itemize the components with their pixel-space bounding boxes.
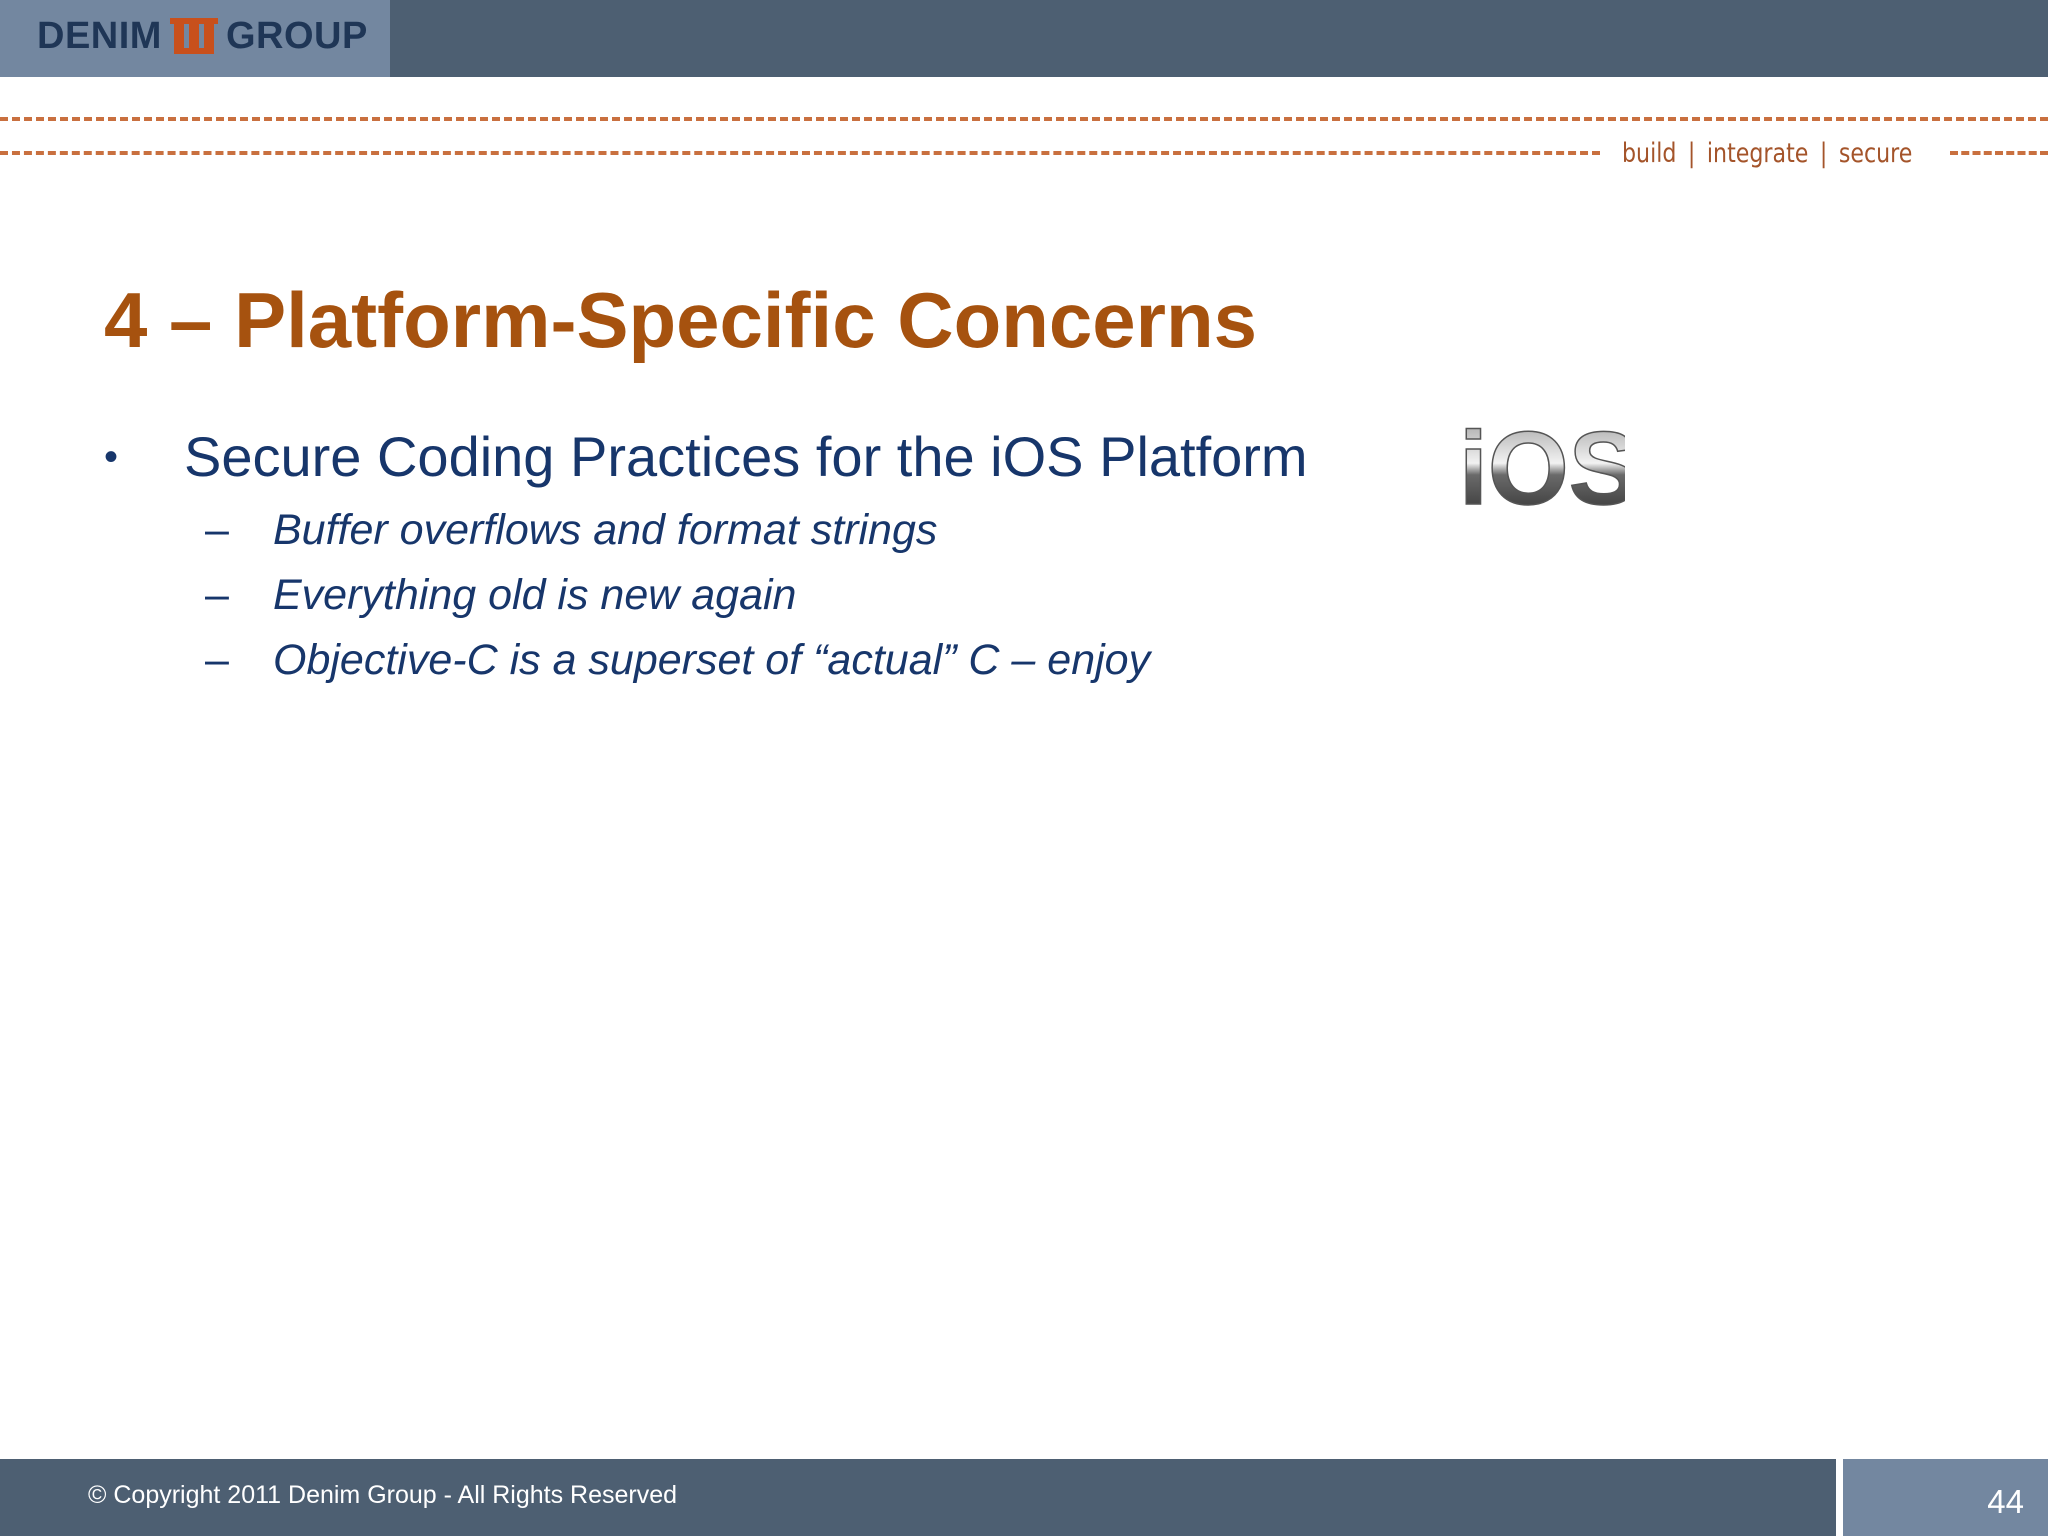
logo-word-group: GROUP [226, 15, 368, 57]
copyright-text: © Copyright 2011 Denim Group - All Right… [88, 1481, 678, 1509]
tagline-secure: secure [1838, 138, 1913, 169]
decorative-dash-line [0, 117, 2048, 121]
ios-logo-icon: iOS [1458, 418, 1625, 518]
company-logo: DENIM GROUP [0, 0, 390, 77]
footer-divider [1836, 1459, 1843, 1536]
tagline: build | integrate | secure [1622, 136, 1912, 172]
ios-logo-text: iOS [1459, 418, 1625, 518]
tagline-separator: | [1819, 138, 1828, 169]
sub-item-marker: – [205, 506, 229, 554]
tagline-separator: | [1687, 138, 1696, 169]
tagline-integrate: integrate [1706, 138, 1809, 169]
bullet-marker: • [104, 435, 119, 479]
bullet-text: Secure Coding Practices for the iOS Plat… [184, 425, 1308, 488]
page-number: 44 [1987, 1483, 2024, 1520]
slide-title: 4 – Platform-Specific Concerns [104, 276, 1258, 364]
logo-word-denim: DENIM [37, 15, 162, 57]
decorative-dash-line [0, 151, 1600, 155]
sub-item-text: Everything old is new again [273, 571, 797, 619]
decorative-dash-line [1950, 151, 2048, 155]
sub-item-marker: – [205, 571, 229, 619]
sub-item-marker: – [205, 636, 229, 684]
sub-item-text: Objective-C is a superset of “actual” C … [273, 636, 1151, 684]
logo-mark-icon [170, 18, 218, 54]
tagline-build: build [1622, 138, 1677, 169]
sub-item-text: Buffer overflows and format strings [273, 506, 938, 554]
